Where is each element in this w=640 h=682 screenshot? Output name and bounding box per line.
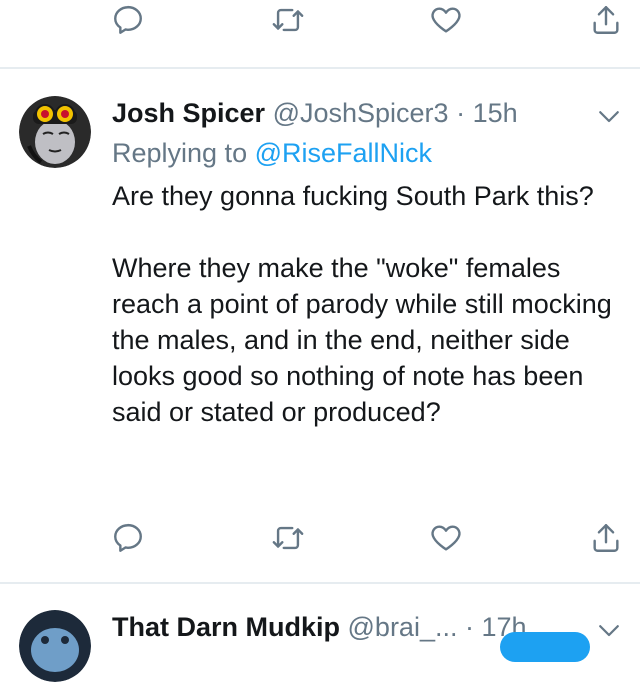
reply-mention-link[interactable]: @RiseFallNick (255, 138, 432, 168)
replying-to-label: Replying to (112, 138, 248, 168)
separator: · (456, 98, 466, 128)
share-icon (593, 6, 619, 34)
tweet-header: Josh Spicer @JoshSpicer3 · 15h (112, 98, 518, 129)
reply-button[interactable] (108, 518, 148, 558)
reply-icon (114, 5, 142, 34)
new-tweets-pill[interactable] (500, 632, 590, 662)
retweet-icon (272, 526, 304, 550)
divider (0, 67, 640, 69)
timestamp[interactable]: 15h (473, 98, 518, 128)
retweet-icon (272, 8, 304, 32)
share-button[interactable] (586, 0, 626, 40)
like-button[interactable] (426, 518, 466, 558)
tweet-text: Are they gonna fucking South Park this? … (112, 178, 612, 430)
share-icon (593, 524, 619, 552)
replying-to: Replying to @RiseFallNick (112, 138, 432, 169)
separator: · (464, 612, 474, 642)
prev-tweet-actions (0, 0, 640, 50)
tweet-menu-button[interactable] (594, 615, 624, 645)
author-name[interactable]: That Darn Mudkip (112, 612, 340, 642)
chevron-down-icon (599, 111, 619, 123)
retweet-button[interactable] (268, 518, 308, 558)
reply-icon (114, 523, 142, 552)
tweet-header: That Darn Mudkip @brai_... · 17h (112, 612, 527, 643)
avatar[interactable] (19, 96, 91, 168)
tweet-menu-button[interactable] (594, 101, 624, 131)
author-handle[interactable]: @brai_... (348, 612, 458, 642)
heart-icon (431, 7, 461, 33)
like-button[interactable] (426, 0, 466, 40)
heart-icon (431, 525, 461, 551)
author-name[interactable]: Josh Spicer (112, 98, 265, 128)
share-button[interactable] (586, 518, 626, 558)
tweet-paragraph: Where they make the "woke" females reach… (112, 253, 612, 427)
tweet-paragraph: Are they gonna fucking South Park this? (112, 181, 594, 211)
tweet-actions (0, 518, 640, 568)
retweet-button[interactable] (268, 0, 308, 40)
divider (0, 582, 640, 584)
chevron-down-icon (599, 625, 619, 637)
reply-button[interactable] (108, 0, 148, 40)
avatar[interactable] (19, 610, 91, 682)
author-handle[interactable]: @JoshSpicer3 (273, 98, 449, 128)
